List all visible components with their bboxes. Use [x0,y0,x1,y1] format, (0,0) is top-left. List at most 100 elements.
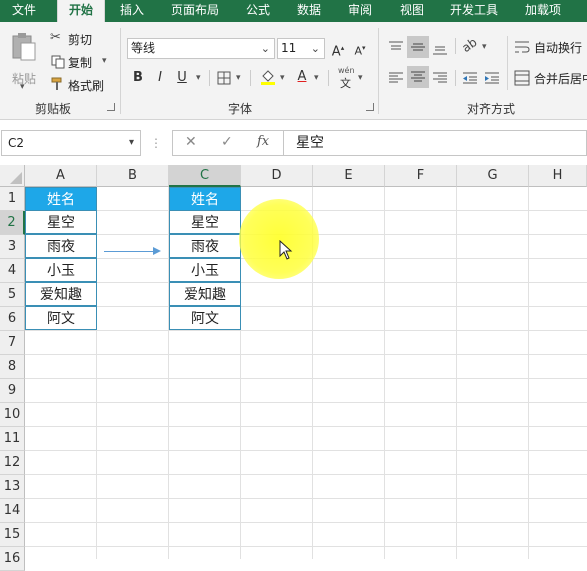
font-launcher-icon[interactable] [366,103,374,111]
tab-insert[interactable]: 插入 [110,0,154,22]
column-header-a[interactable]: A [25,165,97,187]
tab-home[interactable]: 开始 [57,0,105,24]
paste-button[interactable]: 粘贴 [6,30,42,90]
gridline [25,522,587,523]
cut-button[interactable]: ✂ 剪切 [50,30,100,48]
orientation-button[interactable]: ab ▾ [459,35,492,56]
phonetic-guide-button[interactable]: wén 文 ▾ [336,66,366,90]
cell-a2[interactable]: 星空 [25,210,97,234]
fill-color-icon[interactable] [260,68,276,86]
name-box[interactable]: C2 ▾ [1,130,141,156]
decrease-indent-icon[interactable] [462,70,478,86]
row-header-15[interactable]: 15 [0,523,25,547]
column-header-g[interactable]: G [457,165,529,187]
italic-button[interactable]: I [150,68,170,88]
format-painter-button[interactable]: 格式刷 [50,76,110,94]
select-all-button[interactable] [0,165,25,187]
row-header-7[interactable]: 7 [0,331,25,355]
align-center-button[interactable] [407,66,429,88]
underline-dropdown-icon[interactable]: ▾ [196,73,201,83]
mouse-pointer-icon [279,240,293,260]
font-color-icon[interactable]: A [292,67,312,87]
row-header-3[interactable]: 3 [0,235,25,259]
merge-center-button[interactable]: 合并后居中 [514,69,587,87]
cell-a4[interactable]: 小玉 [25,258,97,282]
font-name-select[interactable]: 等线 ⌄ [127,38,275,59]
align-top-icon[interactable] [388,40,404,56]
cell-a6[interactable]: 阿文 [25,306,97,330]
cell-a3[interactable]: 雨夜 [25,234,97,258]
column-header-f[interactable]: F [385,165,457,187]
cell-a1[interactable]: 姓名 [25,187,97,211]
insert-function-icon[interactable]: fx [257,134,269,149]
copy-dropdown-icon[interactable]: ▾ [102,56,107,66]
copy-label: 复制 [68,56,93,70]
gridline [456,187,457,559]
merge-center-label: 合并后居中 [534,72,587,86]
formula-input[interactable]: 星空 [284,130,587,156]
clipboard-launcher-icon[interactable] [107,103,115,111]
cell-c2[interactable]: 星空 [169,210,241,234]
tab-add-ins[interactable]: 加载项 [514,0,572,22]
row-header-14[interactable]: 14 [0,499,25,523]
more-dots-icon[interactable]: ⋮ [150,136,162,150]
increase-indent-icon[interactable] [484,70,500,86]
align-right-icon[interactable] [432,70,448,86]
cancel-icon[interactable]: ✕ [185,134,197,150]
bold-button[interactable]: B [128,68,148,88]
tab-developer[interactable]: 开发工具 [442,0,506,22]
gridline [25,426,587,427]
row-header-8[interactable]: 8 [0,355,25,379]
tab-formulas[interactable]: 公式 [236,0,280,22]
font-group-label: 字体 [227,102,252,116]
row-header-16[interactable]: 16 [0,547,25,571]
row-header-6[interactable]: 6 [0,307,25,331]
align-middle-button[interactable] [407,36,429,58]
column-header-c[interactable]: C [169,165,241,187]
arrow-head-icon [153,247,161,255]
column-header-b[interactable]: B [97,165,169,187]
borders-icon[interactable] [217,71,231,85]
row-header-4[interactable]: 4 [0,259,25,283]
fill-color-dropdown-icon[interactable]: ▾ [280,73,285,83]
row-header-9[interactable]: 9 [0,379,25,403]
cell-c4[interactable]: 小玉 [169,258,241,282]
row-header-11[interactable]: 11 [0,427,25,451]
row-header-10[interactable]: 10 [0,403,25,427]
tab-page-layout[interactable]: 页面布局 [164,0,226,22]
enter-icon[interactable]: ✓ [221,134,233,150]
cell-a5[interactable]: 爱知趣 [25,282,97,306]
phonetic-icon: 文 [340,77,351,90]
row-header-12[interactable]: 12 [0,451,25,475]
copy-button[interactable]: 复制 ▾ [50,53,110,71]
column-header-h[interactable]: H [529,165,587,187]
align-bottom-icon[interactable] [432,40,448,56]
cell-c1[interactable]: 姓名 [169,187,241,211]
tab-file[interactable]: 文件 [0,0,48,22]
increase-font-size-icon[interactable]: A▴ [328,38,348,59]
tab-view[interactable]: 视图 [390,0,434,22]
row-header-2[interactable]: 2 [0,211,25,235]
cell-c5[interactable]: 爱知趣 [169,282,241,306]
formula-buttons: ✕ ✓ fx [172,130,284,156]
borders-dropdown-icon[interactable]: ▾ [236,73,241,83]
row-header-1[interactable]: 1 [0,187,25,211]
paste-dropdown-icon[interactable]: ▾ [20,82,25,92]
divider [455,70,456,86]
wrap-text-button[interactable]: 自动换行 [514,38,587,56]
font-size-select[interactable]: 11 ⌄ [277,38,325,59]
tab-review[interactable]: 审阅 [338,0,382,22]
row-header-5[interactable]: 5 [0,283,25,307]
column-header-e[interactable]: E [313,165,385,187]
row-header-13[interactable]: 13 [0,475,25,499]
gridline [25,450,587,451]
font-color-dropdown-icon[interactable]: ▾ [314,73,319,83]
decrease-font-size-icon[interactable]: A▾ [350,38,370,58]
arrow-shape[interactable] [104,251,156,252]
align-left-icon[interactable] [388,70,404,86]
tab-data[interactable]: 数据 [287,0,331,22]
underline-button[interactable]: U [172,68,192,88]
column-header-d[interactable]: D [241,165,313,187]
cell-c6[interactable]: 阿文 [169,306,241,330]
cell-c3[interactable]: 雨夜 [169,234,241,258]
